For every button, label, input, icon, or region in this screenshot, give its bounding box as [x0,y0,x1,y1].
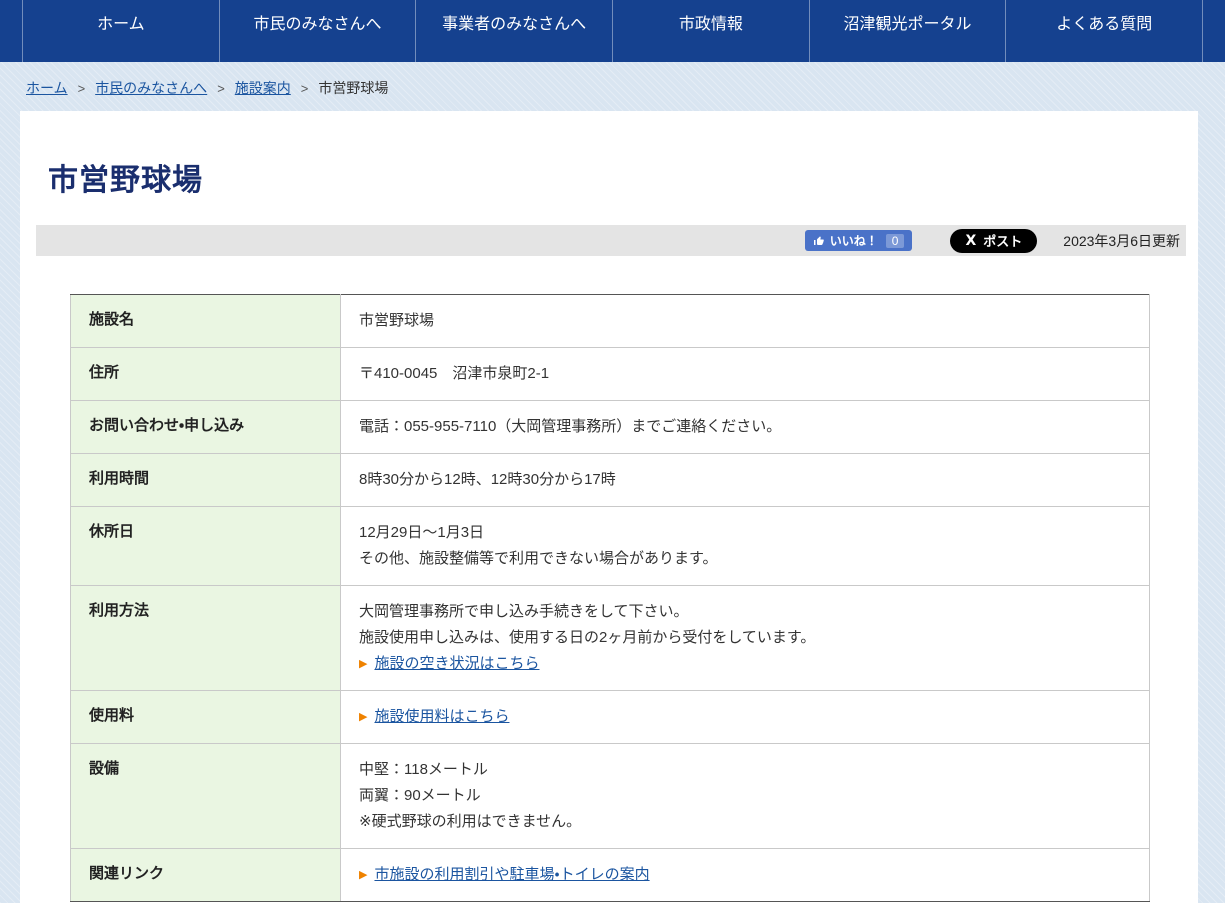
row-label: 施設名 [70,294,341,348]
breadcrumb-separator: > [217,81,225,96]
row-label: 休所日 [70,506,341,586]
breadcrumb-link[interactable]: 施設案内 [235,80,291,96]
main-nav: ホーム 市民のみなさんへ 事業者のみなさんへ 市政情報 沼津観光ポータル よくある質問 [0,0,1225,62]
row-label: 関連リンク [70,848,341,902]
nav-item-2[interactable]: 事業者のみなさんへ [415,0,612,62]
link-arrow-icon: ▶ [359,869,368,881]
text-line: 両翼：90メートル [359,787,481,804]
text-line: 〒410-0045 沼津市泉町2-1 [359,365,550,382]
row-value: 12月29日～1月3日その他、施設整備等で利用できない場合があります。 [340,506,1150,586]
x-logo-icon: X [965,232,977,249]
updated-date: 2023年3月6日更新 [1063,232,1180,249]
row-label: お問い合わせ・申し込み [70,400,341,454]
facebook-like-button[interactable]: いいね！ 0 [804,230,913,251]
like-count: 0 [885,233,905,248]
post-label: ポスト [983,234,1023,249]
like-label: いいね！ [829,234,878,248]
content-box: 市営野球場 いいね！ 0 X ポスト 2023年3月6日更新 施設名 市営野球場住… [20,111,1198,903]
nav-item-5[interactable]: よくある質問 [1005,0,1204,62]
row-label: 設備 [70,743,341,849]
row-value: 電話：055-955-7110（大岡管理事務所）までご連絡ください。 [340,400,1150,454]
link-line: ▶ 施設の空き状況はこちら [359,651,1131,677]
nav-item-1[interactable]: 市民のみなさんへ [218,0,416,62]
breadcrumb-link[interactable]: ホーム [26,80,68,96]
link-line: ▶ 市施設の利用割引や駐車場・トイレの案内 [359,862,1131,888]
row-value: 8時30分から12時、12時30分から17時 [340,453,1150,507]
x-post-button[interactable]: X ポスト [950,228,1038,253]
text-line: 中堅：118メートル [359,761,488,778]
table-link[interactable]: 施設の空き状況はこちら [374,651,539,677]
nav-item-0[interactable]: ホーム [22,0,219,62]
breadcrumb-current: 市営野球場 [318,80,389,96]
table-row: 施設名 市営野球場 [70,294,1150,348]
table-row: 利用方法 大岡管理事務所で申し込み手続きをして下さい。 施設使用申し込みは、使用する… [70,585,1150,691]
link-arrow-icon: ▶ [359,711,368,723]
table-row: 利用時間 8時30分から12時、12時30分から17時 [70,453,1150,507]
row-label: 利用方法 [70,585,341,691]
row-label: 利用時間 [70,453,341,507]
table-row: 関連リンク ▶ 市施設の利用割引や駐車場・トイレの案内 [70,848,1150,902]
text-line: 12月29日～1月3日 [359,524,485,541]
row-value: 市営野球場 [340,294,1150,348]
row-value: ▶ 市施設の利用割引や駐車場・トイレの案内 [340,848,1150,902]
table-row: 設備 中堅：118メートル 両翼：90メートル ※硬式野球の利用はできません。 [70,743,1150,849]
row-label: 住所 [70,347,341,401]
page-title: 市営野球場 [48,164,203,197]
text-line: その他、施設整備等で利用できない場合があります。 [359,550,718,567]
row-value: 中堅：118メートル 両翼：90メートル ※硬式野球の利用はできません。 [340,743,1150,849]
table-row: お問い合わせ・申し込み 電話：055-955-7110（大岡管理事務所）までご連絡… [70,400,1150,454]
thumbs-up-icon [813,235,825,247]
facility-table: 施設名 市営野球場住所 〒410-0045 沼津市泉町2-1 お問い合わせ・申し込み 電… [70,294,1150,902]
table-row: 使用料 ▶ 施設使用料はこちら [70,690,1150,744]
row-value: 大岡管理事務所で申し込み手続きをして下さい。施設使用申し込みは、使用する日の2ヶ… [340,585,1150,691]
social-bar: いいね！ 0 X ポスト 2023年3月6日更新 [36,225,1186,256]
table-row: 住所 〒410-0045 沼津市泉町2-1 [70,347,1150,401]
table-link[interactable]: 施設使用料はこちら [374,704,509,730]
nav-item-3[interactable]: 市政情報 [612,0,809,62]
breadcrumb: ホーム > 市民のみなさんへ > 施設案内 > 市営野球場 [0,62,1225,111]
text-line: 施設使用申し込みは、使用する日の2ヶ月前から受付をしています。 [359,629,816,646]
text-line: ※硬式野球の利用はできません。 [359,813,582,830]
table-row: 休所日 12月29日～1月3日 その他、施設整備等で利用できない場合があります。 [70,506,1150,586]
breadcrumb-link[interactable]: 市民のみなさんへ [95,80,207,96]
facility-table-body: 施設名 市営野球場住所 〒410-0045 沼津市泉町2-1 お問い合わせ・申し込み 電… [70,294,1150,902]
text-line: 大岡管理事務所で申し込み手続きをして下さい。 [359,603,689,620]
text-line: 8時30分から12時、12時30分から17時 [359,471,616,488]
breadcrumb-separator: > [77,81,86,96]
row-label: 使用料 [70,690,341,744]
link-line: ▶ 施設使用料はこちら [359,704,1131,730]
table-link[interactable]: 市施設の利用割引や駐車場・トイレの案内 [374,862,649,888]
row-value: ▶ 施設使用料はこちら [340,690,1150,744]
row-value: 〒410-0045 沼津市泉町2-1 [340,347,1150,401]
link-arrow-icon: ▶ [359,658,368,670]
nav-item-4[interactable]: 沼津観光ポータル [808,0,1006,62]
text-line: 市営野球場 [359,312,435,329]
breadcrumb-separator: > [300,81,309,96]
text-line: 電話：055-955-7110（大岡管理事務所）までご連絡ください。 [359,418,782,435]
